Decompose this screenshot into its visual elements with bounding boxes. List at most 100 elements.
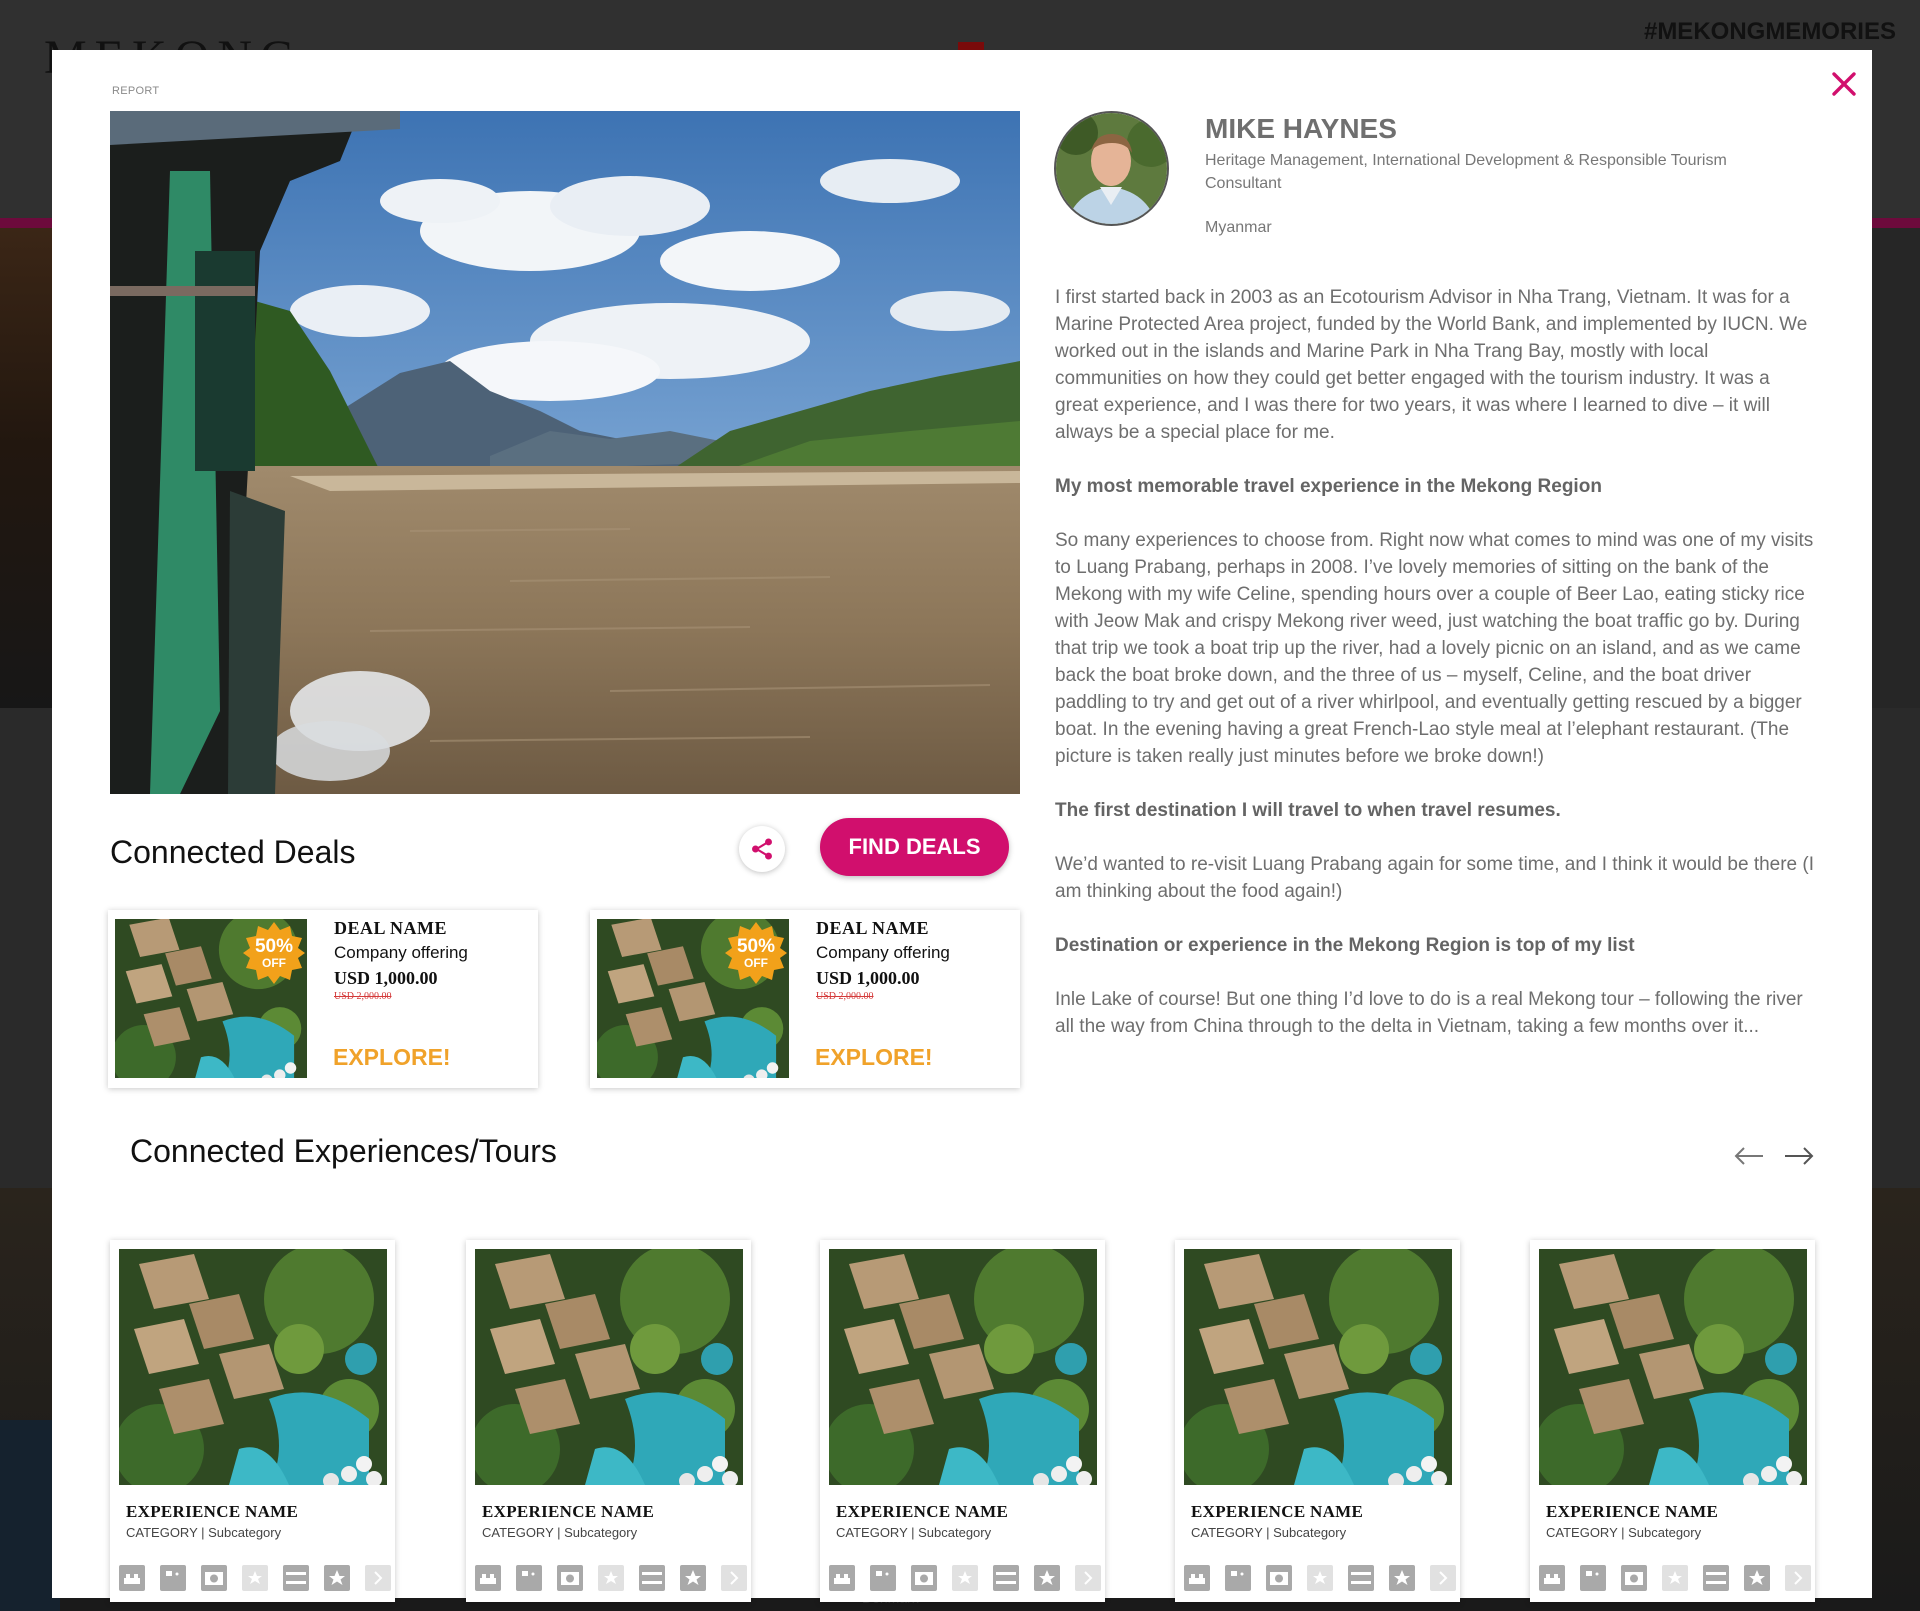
carousel-next-button[interactable] (1782, 1144, 1816, 1168)
deals-heading: Connected Deals (110, 834, 356, 870)
experience-card[interactable]: EXPERIENCE NAME CATEGORY | Subcategory (820, 1240, 1105, 1602)
experience-category: CATEGORY | Subcategory (482, 1525, 638, 1540)
flag-icon (516, 1565, 542, 1591)
hotel-icon (119, 1565, 145, 1591)
deal-card[interactable]: 50% OFF DEAL NAME Company offering USD 1… (108, 910, 538, 1088)
memory-modal: REPORT MIKE HAYNES Heritage Management, … (52, 50, 1872, 1602)
experience-image (119, 1249, 387, 1485)
experience-image (475, 1249, 743, 1485)
star-icon (1389, 1565, 1415, 1591)
experience-category: CATEGORY | Subcategory (1191, 1525, 1347, 1540)
star-icon (324, 1565, 350, 1591)
experience-name: EXPERIENCE NAME (1191, 1502, 1364, 1521)
experiences-heading: Connected Experiences/Tours (130, 1133, 557, 1169)
close-icon (1832, 72, 1856, 96)
experience-category: CATEGORY | Subcategory (1546, 1525, 1702, 1540)
chevron-right-icon[interactable] (365, 1565, 391, 1591)
menu-icon (639, 1565, 665, 1591)
deal-old-price: USD 2,000.00 (334, 991, 392, 1002)
flag-icon (870, 1565, 896, 1591)
flag-icon (160, 1565, 186, 1591)
profile-country: Myanmar (1205, 219, 1272, 236)
hotel-icon (1539, 1565, 1565, 1591)
experience-image (1539, 1249, 1807, 1485)
experience-category: CATEGORY | Subcategory (126, 1525, 282, 1540)
chevron-right-icon[interactable] (721, 1565, 747, 1591)
story-body: I first started back in 2003 as an Ecoto… (1055, 284, 1815, 1067)
close-button[interactable] (1822, 62, 1866, 106)
find-deals-button[interactable]: FIND DEALS (820, 818, 1009, 876)
deal-company: Company offering (334, 943, 468, 962)
camera-icon (201, 1565, 227, 1591)
stars-icon (1307, 1565, 1333, 1591)
deal-name: DEAL NAME (816, 918, 930, 938)
experience-card[interactable]: EXPERIENCE NAME CATEGORY | Subcategory (1530, 1240, 1815, 1602)
stars-icon (598, 1565, 624, 1591)
story-answer-1: So many experiences to choose from. Righ… (1055, 530, 1814, 767)
deal-card[interactable]: 50% OFF DEAL NAME Company offering USD 1… (590, 910, 1020, 1088)
deal-explore-link[interactable]: EXPLORE! (333, 1044, 451, 1071)
camera-icon (557, 1565, 583, 1591)
experience-name: EXPERIENCE NAME (126, 1502, 299, 1521)
badge-off: OFF (744, 956, 768, 970)
experience-card[interactable]: EXPERIENCE NAME CATEGORY | Subcategory (466, 1240, 751, 1602)
badge-off: OFF (262, 956, 286, 970)
profile-name: MIKE HAYNES (1205, 113, 1397, 144)
share-button[interactable] (739, 826, 785, 872)
deal-company: Company offering (816, 943, 950, 962)
experience-icon-row (119, 1565, 391, 1591)
flag-icon (1225, 1565, 1251, 1591)
deal-old-price: USD 2,000.00 (816, 991, 874, 1002)
avatar (1054, 111, 1169, 226)
experience-icon-row (475, 1565, 747, 1591)
star-icon (1034, 1565, 1060, 1591)
share-icon (752, 838, 772, 860)
experience-image (1184, 1249, 1452, 1485)
experience-icon-row (1184, 1565, 1456, 1591)
background-bottom-strip (0, 1420, 60, 1611)
experience-card[interactable]: EXPERIENCE NAME CATEGORY | Subcategory (1175, 1240, 1460, 1602)
badge-percent: 50% (254, 936, 294, 957)
experience-card[interactable]: EXPERIENCE NAME CATEGORY | Subcategory (110, 1240, 395, 1602)
arrow-right-icon (1785, 1147, 1814, 1165)
discount-badge: 50% OFF (725, 922, 787, 984)
stars-icon (1662, 1565, 1688, 1591)
stars-icon (952, 1565, 978, 1591)
hotel-icon (475, 1565, 501, 1591)
story-answer-2: We’d wanted to re-visit Luang Prabang ag… (1055, 854, 1815, 902)
deal-price: USD 1,000.00 (334, 968, 438, 988)
story-question-1: My most memorable travel experience in t… (1055, 476, 1602, 497)
camera-icon (911, 1565, 937, 1591)
chevron-right-icon[interactable] (1785, 1565, 1811, 1591)
carousel-prev-button[interactable] (1732, 1144, 1766, 1168)
profile-role: Heritage Management, International Devel… (1205, 152, 1727, 192)
menu-icon (283, 1565, 309, 1591)
story-intro: I first started back in 2003 as an Ecoto… (1055, 287, 1808, 443)
star-icon (1744, 1565, 1770, 1591)
chevron-right-icon[interactable] (1430, 1565, 1456, 1591)
deal-explore-link[interactable]: EXPLORE! (815, 1044, 933, 1071)
experience-name: EXPERIENCE NAME (482, 1502, 655, 1521)
experience-image (829, 1249, 1097, 1485)
deal-price: USD 1,000.00 (816, 968, 920, 988)
story-answer-3: Inle Lake of course! But one thing I’d l… (1055, 989, 1803, 1037)
badge-percent: 50% (736, 936, 776, 957)
background-hashtag: #MEKONGMEMORIES (1643, 18, 1896, 45)
camera-icon (1266, 1565, 1292, 1591)
menu-icon (1703, 1565, 1729, 1591)
discount-badge: 50% OFF (243, 922, 305, 984)
menu-icon (993, 1565, 1019, 1591)
story-question-2: The first destination I will travel to w… (1055, 800, 1561, 821)
camera-icon (1621, 1565, 1647, 1591)
experience-icon-row (1539, 1565, 1811, 1591)
experience-name: EXPERIENCE NAME (1546, 1502, 1719, 1521)
experience-name: EXPERIENCE NAME (836, 1502, 1009, 1521)
chevron-right-icon[interactable] (1075, 1565, 1101, 1591)
stars-icon (242, 1565, 268, 1591)
flag-icon (1580, 1565, 1606, 1591)
menu-icon (1348, 1565, 1374, 1591)
hotel-icon (829, 1565, 855, 1591)
report-link[interactable]: REPORT (112, 85, 159, 97)
experience-icon-row (829, 1565, 1101, 1591)
hotel-icon (1184, 1565, 1210, 1591)
